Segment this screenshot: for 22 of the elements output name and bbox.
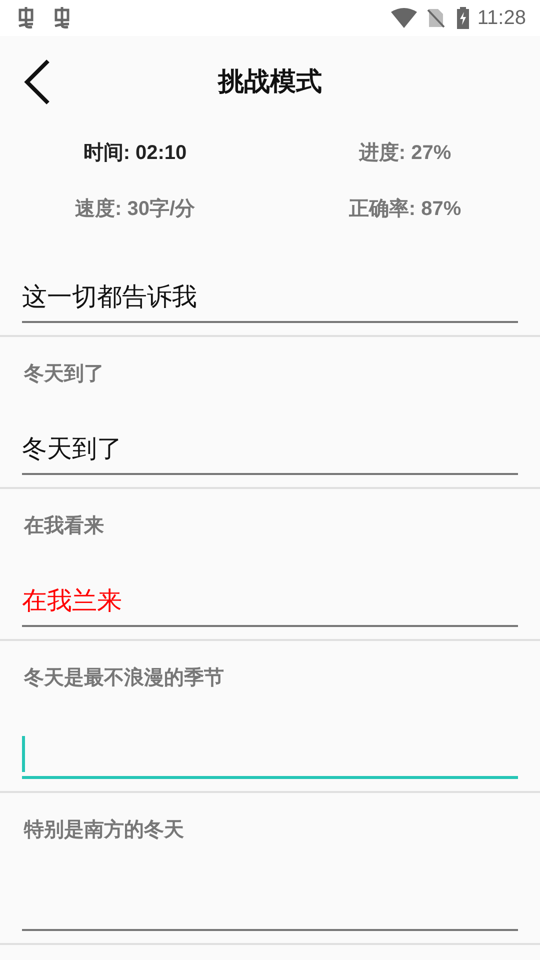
battery-charging-icon — [457, 7, 470, 29]
prompt-text: 特别是南方的冬天 — [24, 818, 185, 843]
no-sim-icon — [427, 8, 446, 28]
input-text: 在我兰来 — [22, 586, 122, 618]
prompt-text: 冬天是最不浪漫的季节 — [24, 666, 225, 691]
back-icon — [24, 59, 50, 105]
prompt-text: 在我看来 — [24, 514, 105, 539]
input-field[interactable]: 这一切都告诉我 — [22, 275, 518, 323]
wifi-icon — [391, 8, 418, 28]
prompt-text: 冬天到了 — [24, 362, 105, 387]
page-title: 挑战模式 — [218, 64, 322, 98]
input-field[interactable]: 冬天到了 — [22, 427, 518, 475]
stat-label: 正确率: 87% — [348, 196, 462, 222]
input-text: 冬天到了 — [22, 434, 122, 466]
back-button[interactable] — [22, 58, 52, 106]
stat-label: 进度: 27% — [358, 140, 452, 166]
text-cursor — [22, 736, 25, 772]
stat-label: 时间: 02:10 — [83, 141, 187, 166]
stat-label: 速度: 30字/分 — [74, 196, 196, 222]
status-time: 11:28 — [477, 6, 526, 31]
input-field[interactable]: 在我兰来 — [22, 579, 518, 627]
input-text: 这一切都告诉我 — [22, 282, 197, 314]
